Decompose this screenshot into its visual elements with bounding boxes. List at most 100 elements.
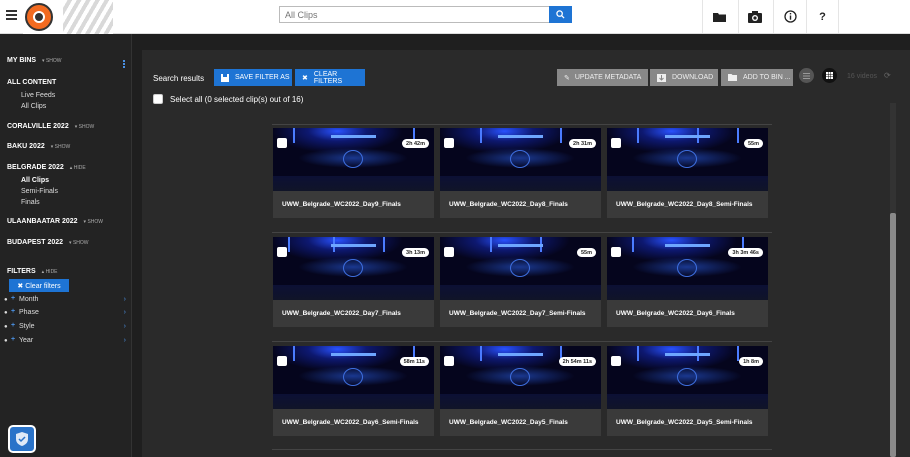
clip-thumbnail[interactable] [273, 128, 434, 191]
chevron-right-icon: › [123, 309, 126, 316]
folder-button[interactable] [702, 0, 735, 33]
bin-baku[interactable]: BAKU 2022 ▾ SHOW [7, 143, 70, 150]
clip-title[interactable]: UWW_Belgrade_WC2022_Day7_Finals [282, 303, 427, 325]
filter-item-style[interactable]: ● + Style › [4, 322, 128, 334]
refresh-icon[interactable]: ⟳ [884, 71, 891, 80]
sidebar-item-all-clips[interactable]: All Clips [21, 103, 46, 110]
my-bins-label: MY BINS [7, 57, 37, 64]
help-icon: ? [819, 10, 826, 23]
clip-checkbox[interactable] [444, 356, 454, 366]
clip-checkbox[interactable] [277, 356, 287, 366]
clear-filters-sidebar-button[interactable]: ✖ Clear filters [9, 279, 69, 292]
search-button[interactable] [549, 6, 572, 23]
search-input[interactable] [279, 6, 550, 23]
clip-checkbox[interactable] [444, 138, 454, 148]
more-options-icon[interactable] [123, 60, 125, 68]
list-view-button[interactable] [799, 68, 814, 83]
clip-card[interactable]: 2h 31m UWW_Belgrade_WC2022_Day8_Finals [440, 128, 601, 218]
my-bins-header[interactable]: MY BINS ▾ SHOW [7, 57, 62, 64]
bullet-icon: ● [4, 310, 8, 316]
update-metadata-button[interactable]: ✎ UPDATE METADATA [557, 69, 648, 86]
sidebar-item-live-feeds[interactable]: Live Feeds [21, 92, 55, 99]
bin-ulaanbaatar[interactable]: ULAANBAATAR 2022 ▾ SHOW [7, 218, 103, 225]
sidebar-item-belgrade-finals[interactable]: Finals [21, 199, 40, 206]
select-all[interactable]: Select all (0 selected clip(s) out of 16… [153, 94, 303, 104]
all-content-header[interactable]: ALL CONTENT [7, 79, 56, 86]
clip-title[interactable]: UWW_Belgrade_WC2022_Day8_Semi-Finals [616, 194, 761, 216]
bin-toggle[interactable]: ▾ SHOW [75, 124, 94, 130]
clip-card[interactable]: 3h 13m UWW_Belgrade_WC2022_Day7_Finals [273, 237, 434, 327]
sidebar-item-belgrade-all-clips[interactable]: All Clips [21, 177, 49, 184]
clip-thumbnail[interactable] [440, 128, 601, 191]
clip-title[interactable]: UWW_Belgrade_WC2022_Day9_Finals [282, 194, 427, 216]
shield-icon[interactable] [8, 425, 36, 453]
save-filter-button[interactable]: SAVE FILTER AS [214, 69, 292, 86]
bin-budapest[interactable]: BUDAPEST 2022 ▾ SHOW [7, 239, 89, 246]
clip-card[interactable]: 3h 3m 46s UWW_Belgrade_WC2022_Day6_Finals [607, 237, 768, 327]
bin-toggle[interactable]: ▾ SHOW [51, 144, 70, 150]
clip-card[interactable]: 55m UWW_Belgrade_WC2022_Day8_Semi-Finals [607, 128, 768, 218]
plus-icon: + [11, 336, 16, 343]
bin-label: CORALVILLE 2022 [7, 123, 69, 130]
bin-toggle[interactable]: ▾ SHOW [84, 219, 103, 225]
filters-header[interactable]: FILTERS ▴ HIDE [7, 268, 58, 275]
clip-card[interactable]: 1h 8m UWW_Belgrade_WC2022_Day5_Semi-Final… [607, 346, 768, 436]
clip-checkbox[interactable] [611, 247, 621, 257]
clip-checkbox[interactable] [277, 138, 287, 148]
clip-checkbox[interactable] [611, 356, 621, 366]
filter-label: Year [19, 337, 34, 344]
clip-card[interactable]: 2h 54m 11s UWW_Belgrade_WC2022_Day5_Final… [440, 346, 601, 436]
bin-coralville[interactable]: CORALVILLE 2022 ▾ SHOW [7, 123, 94, 130]
help-button[interactable]: ? [806, 0, 839, 33]
clip-card[interactable]: 58m 11s UWW_Belgrade_WC2022_Day6_Semi-Fin… [273, 346, 434, 436]
duration-badge: 55m [576, 248, 596, 257]
clip-checkbox[interactable] [277, 247, 287, 257]
clip-title[interactable]: UWW_Belgrade_WC2022_Day7_Semi-Finals [449, 303, 594, 325]
camera-button[interactable] [738, 0, 771, 33]
duration-badge: 2h 42m [402, 139, 429, 148]
row-divider [272, 124, 772, 125]
filters-toggle[interactable]: ▴ HIDE [42, 269, 58, 275]
clip-thumbnail[interactable] [607, 237, 768, 300]
info-button[interactable] [773, 0, 806, 33]
row-divider [272, 449, 772, 450]
filter-item-year[interactable]: ● + Year › [4, 336, 128, 348]
clip-title[interactable]: UWW_Belgrade_WC2022_Day6_Finals [616, 303, 761, 325]
select-all-checkbox[interactable] [153, 94, 163, 104]
menu-icon[interactable] [6, 10, 17, 22]
add-to-bin-button[interactable]: ADD TO BIN ... [721, 69, 793, 86]
download-button[interactable]: DOWNLOAD [650, 69, 718, 86]
scrollbar-thumb[interactable] [890, 213, 896, 457]
duration-badge: 3h 13m [402, 248, 429, 257]
bin-toggle[interactable]: ▴ HIDE [70, 165, 86, 171]
app-logo[interactable] [25, 3, 53, 31]
clip-card[interactable]: 2h 42m UWW_Belgrade_WC2022_Day9_Finals [273, 128, 434, 218]
grid-view-button[interactable] [822, 68, 837, 83]
clip-thumbnail[interactable] [607, 346, 768, 409]
logo-area [23, 0, 113, 34]
camera-icon [748, 10, 762, 23]
bin-belgrade[interactable]: BELGRADE 2022 ▴ HIDE [7, 164, 86, 171]
clip-title[interactable]: UWW_Belgrade_WC2022_Day5_Semi-Finals [616, 412, 761, 434]
clip-thumbnail[interactable] [440, 346, 601, 409]
clip-checkbox[interactable] [611, 138, 621, 148]
clip-thumbnail[interactable] [440, 237, 601, 300]
my-bins-toggle[interactable]: ▾ SHOW [42, 58, 61, 64]
sidebar-item-belgrade-semi-finals[interactable]: Semi-Finals [21, 188, 58, 195]
clip-thumbnail[interactable] [273, 237, 434, 300]
filter-item-phase[interactable]: ● + Phase › [4, 308, 128, 320]
clip-card[interactable]: 55m UWW_Belgrade_WC2022_Day7_Semi-Finals [440, 237, 601, 327]
clip-checkbox[interactable] [444, 247, 454, 257]
info-icon [783, 10, 797, 23]
clip-title[interactable]: UWW_Belgrade_WC2022_Day5_Finals [449, 412, 594, 434]
list-icon [803, 72, 810, 79]
clip-title[interactable]: UWW_Belgrade_WC2022_Day8_Finals [449, 194, 594, 216]
clip-thumbnail[interactable] [607, 128, 768, 191]
duration-badge: 1h 8m [739, 357, 763, 366]
clip-title[interactable]: UWW_Belgrade_WC2022_Day6_Semi-Finals [282, 412, 427, 434]
filter-item-month[interactable]: ● + Month › [4, 295, 128, 307]
bin-toggle[interactable]: ▾ SHOW [69, 240, 88, 246]
clear-filters-button[interactable]: ✖ CLEAR FILTERS [295, 69, 365, 86]
clip-thumbnail[interactable] [273, 346, 434, 409]
save-icon [221, 73, 229, 82]
